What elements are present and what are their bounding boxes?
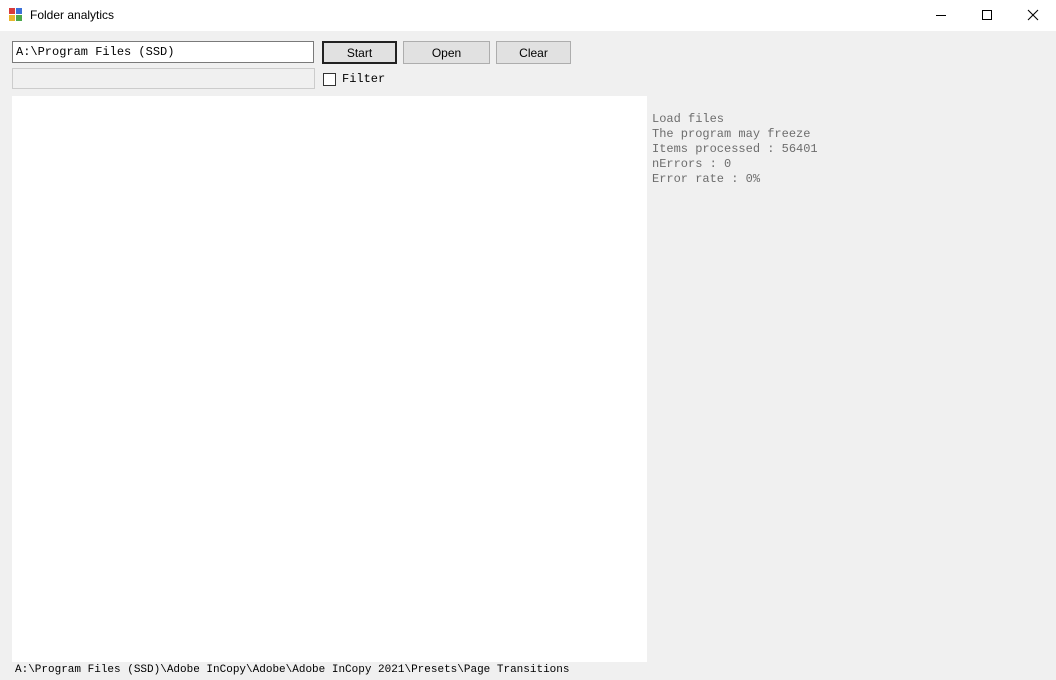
app-icon (9, 8, 23, 22)
minimize-icon (936, 15, 946, 16)
open-button[interactable]: Open (403, 41, 490, 64)
results-list[interactable] (12, 96, 647, 662)
log-line: The program may freeze (652, 127, 811, 141)
clear-button[interactable]: Clear (496, 41, 571, 64)
path-input[interactable]: A:\Program Files (SSD) (12, 41, 314, 63)
log-line: nErrors : 0 (652, 157, 732, 171)
close-button[interactable] (1010, 0, 1056, 31)
log-line: Error rate : 0% (652, 172, 761, 186)
close-icon (1027, 9, 1039, 21)
filter-checkbox[interactable] (323, 73, 336, 86)
log-output: Load files The program may freeze Items … (652, 112, 1042, 187)
log-line: Load files (652, 112, 725, 126)
start-button[interactable]: Start (322, 41, 397, 64)
minimize-button[interactable] (918, 0, 964, 31)
maximize-button[interactable] (964, 0, 1010, 31)
window-title: Folder analytics (30, 8, 115, 22)
filter-checkbox-label[interactable]: Filter (342, 72, 385, 86)
title-bar: Folder analytics (0, 0, 1056, 32)
filter-input[interactable] (12, 68, 315, 89)
maximize-icon (982, 10, 992, 20)
current-path-status: A:\Program Files (SSD)\Adobe InCopy\Adob… (15, 664, 570, 676)
log-line: Items processed : 56401 (652, 142, 818, 156)
